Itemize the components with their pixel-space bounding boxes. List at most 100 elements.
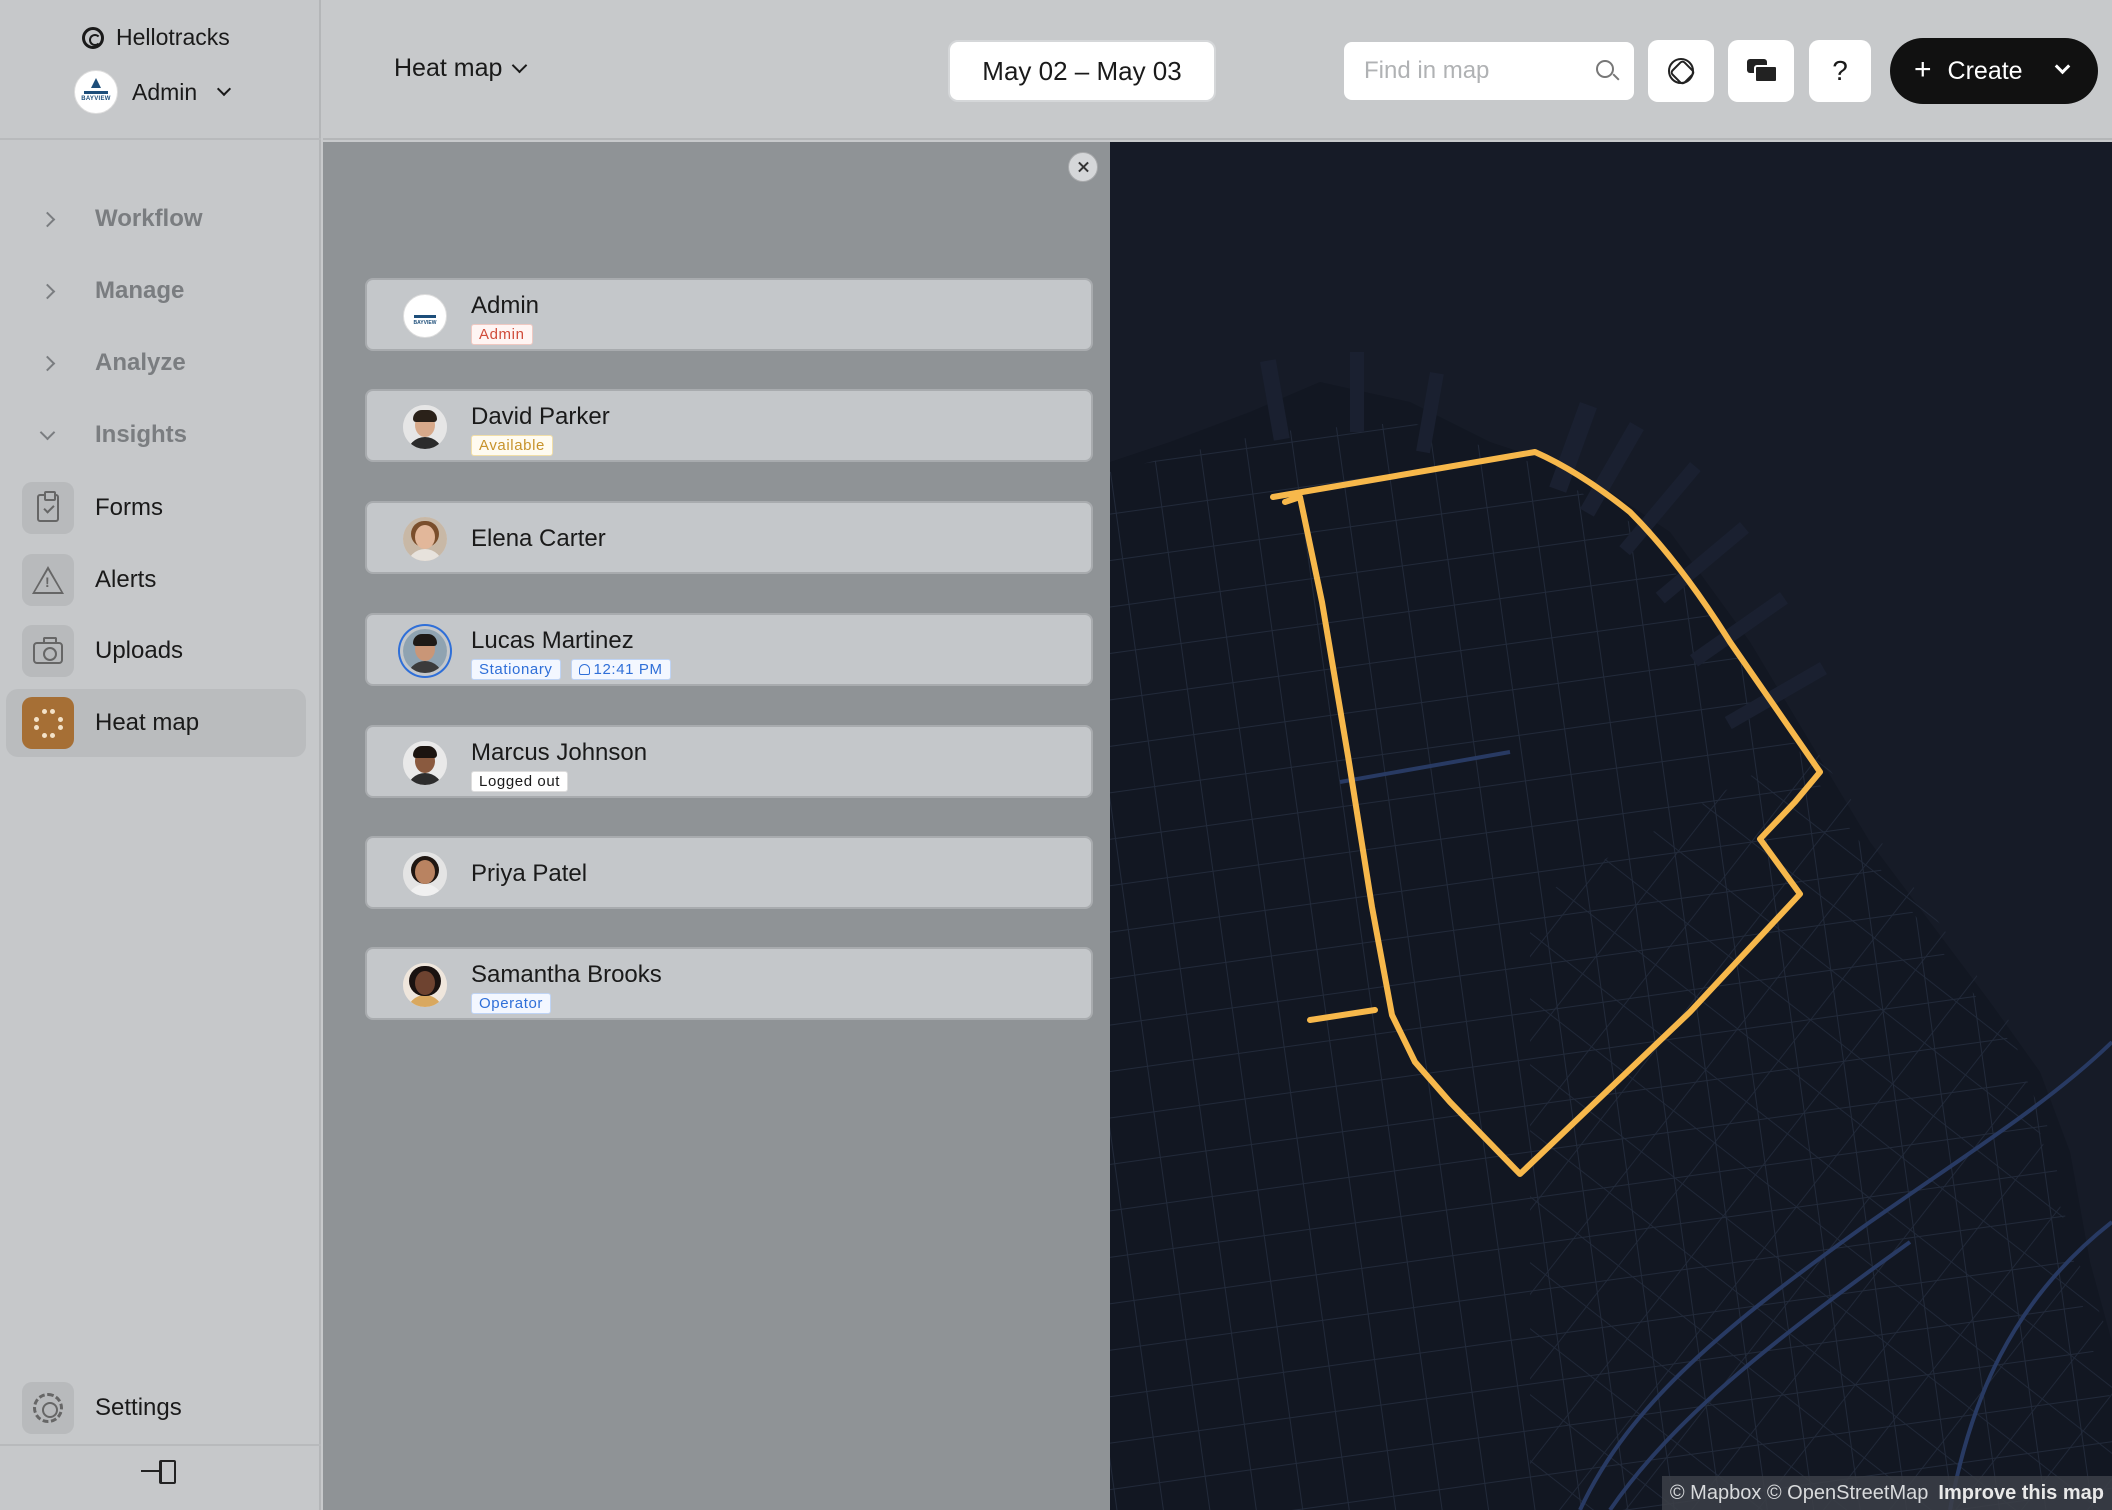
user-name: Marcus Johnson	[471, 739, 648, 766]
status-badge: Admin	[471, 324, 533, 345]
ship-logo-icon	[84, 78, 108, 94]
nav-group-label: Manage	[95, 277, 185, 304]
chat-bubbles-icon	[1747, 59, 1778, 83]
help-icon: ?	[1832, 55, 1848, 86]
avatar-logo-text: BAYVIEW	[413, 319, 437, 326]
sidebar-item-label: Alerts	[95, 566, 157, 593]
map-attribution: © Mapbox © OpenStreetMap Improve this ma…	[1661, 1476, 2112, 1510]
improve-map-link[interactable]: Improve this map	[1938, 1482, 2104, 1505]
warning-triangle-icon	[32, 566, 64, 594]
user-badges: Stationary 12:41 PM	[471, 659, 671, 680]
view-selector-label: Heat map	[394, 54, 503, 82]
ai-assistant-icon	[1668, 58, 1694, 84]
map-canvas[interactable]: © Mapbox © OpenStreetMap Improve this ma…	[1110, 142, 2112, 1510]
user-card-lucas-martinez[interactable]: Lucas Martinez Stationary 12:41 PM	[365, 613, 1093, 686]
sidebar-item-label: Forms	[95, 494, 163, 521]
user-name: Priya Patel	[471, 860, 588, 887]
nav-group-workflow[interactable]: Workflow	[0, 193, 321, 245]
brand: Hellotracks	[82, 24, 230, 51]
user-badges: Operator	[471, 993, 551, 1014]
help-button[interactable]: ?	[1809, 40, 1871, 102]
create-button[interactable]: + Create	[1890, 38, 2098, 104]
sidebar-item-label: Settings	[95, 1394, 182, 1421]
heat-grid-icon	[33, 708, 63, 738]
camera-icon	[33, 637, 63, 664]
sidebar-item-label: Heat map	[95, 709, 200, 736]
nav-group-label: Workflow	[95, 205, 203, 232]
clipboard-check-icon	[37, 491, 59, 522]
sidebar: Hellotracks BAYVIEW Admin Workflow Manag…	[0, 0, 321, 1510]
account-avatar: BAYVIEW	[74, 70, 118, 114]
account-logo-text: BAYVIEW	[81, 96, 111, 102]
sidebar-divider	[0, 1444, 321, 1446]
sidebar-item-heat-map[interactable]: Heat map	[6, 689, 306, 757]
avatar	[403, 852, 447, 896]
map-search	[1344, 42, 1634, 100]
last-seen-time: 12:41 PM	[593, 661, 663, 678]
sidebar-item-forms[interactable]: Forms	[6, 474, 306, 542]
status-badge: Logged out	[471, 771, 569, 792]
nav-group-insights[interactable]: Insights	[0, 409, 321, 461]
chevron-right-icon	[39, 355, 56, 371]
user-card-marcus-johnson[interactable]: Marcus Johnson Logged out	[365, 725, 1093, 798]
nav-group-label: Analyze	[95, 349, 186, 376]
avatar: BAYVIEW	[403, 294, 447, 338]
sidebar-item-uploads[interactable]: Uploads	[6, 617, 306, 685]
search-icon[interactable]	[1596, 60, 1614, 78]
account-switcher[interactable]: BAYVIEW Admin	[74, 70, 232, 114]
user-badges: Admin	[471, 324, 533, 345]
pin-sidebar-icon[interactable]	[141, 1458, 176, 1484]
user-card-priya-patel[interactable]: Priya Patel	[365, 836, 1093, 909]
close-icon[interactable]	[1068, 152, 1098, 182]
attribution-text: © Mapbox © OpenStreetMap	[1669, 1481, 1929, 1504]
avatar	[403, 963, 447, 1007]
settings-icon-wrap	[22, 1382, 74, 1434]
map-svg	[1110, 142, 2112, 1510]
ship-logo-icon	[414, 307, 436, 318]
avatar	[403, 741, 447, 785]
nav-group-analyze[interactable]: Analyze	[0, 337, 321, 389]
sidebar-divider	[0, 138, 321, 140]
avatar	[403, 405, 447, 449]
date-range-label: May 02 – May 03	[982, 55, 1182, 86]
status-badge: Stationary	[471, 659, 561, 680]
chevron-right-icon	[39, 283, 56, 299]
chevron-down-icon	[217, 81, 232, 97]
user-card-admin[interactable]: BAYVIEW Admin Admin	[365, 278, 1093, 351]
hellotracks-logo-icon	[82, 26, 104, 49]
account-name: Admin	[132, 78, 198, 105]
ai-assistant-button[interactable]	[1648, 40, 1714, 102]
chat-button[interactable]	[1728, 40, 1794, 102]
person-icon	[578, 664, 590, 675]
alerts-icon-wrap	[22, 554, 74, 606]
user-name: Lucas Martinez	[471, 627, 634, 654]
user-card-samantha-brooks[interactable]: Samantha Brooks Operator	[365, 947, 1093, 1020]
sidebar-item-alerts[interactable]: Alerts	[6, 546, 306, 614]
view-selector[interactable]: Heat map	[394, 54, 528, 83]
avatar	[403, 629, 447, 673]
user-badges: Logged out	[471, 771, 569, 792]
forms-icon-wrap	[22, 482, 74, 534]
user-card-david-parker[interactable]: David Parker Available	[365, 389, 1093, 462]
top-bar: Heat map May 02 – May 03 ? + Create	[323, 0, 2112, 140]
user-name: Admin	[471, 292, 540, 319]
chevron-down-icon	[2054, 58, 2071, 75]
search-input[interactable]	[1364, 57, 1584, 85]
user-name: Samantha Brooks	[471, 961, 662, 988]
avatar	[403, 517, 447, 561]
date-range-picker[interactable]: May 02 – May 03	[948, 40, 1216, 102]
user-name: Elena Carter	[471, 525, 606, 552]
gear-icon	[33, 1393, 63, 1423]
heat-map-icon-wrap	[22, 697, 74, 749]
user-card-elena-carter[interactable]: Elena Carter	[365, 501, 1093, 574]
sidebar-item-settings[interactable]: Settings	[6, 1374, 306, 1442]
uploads-icon-wrap	[22, 625, 74, 677]
chevron-down-icon	[39, 424, 56, 441]
nav-group-manage[interactable]: Manage	[0, 265, 321, 317]
chevron-down-icon	[512, 57, 528, 74]
user-name: David Parker	[471, 403, 610, 430]
status-badge: Operator	[471, 993, 551, 1014]
nav-group-label: Insights	[95, 421, 188, 448]
create-button-label: Create	[1947, 56, 2023, 85]
sidebar-item-label: Uploads	[95, 637, 184, 664]
